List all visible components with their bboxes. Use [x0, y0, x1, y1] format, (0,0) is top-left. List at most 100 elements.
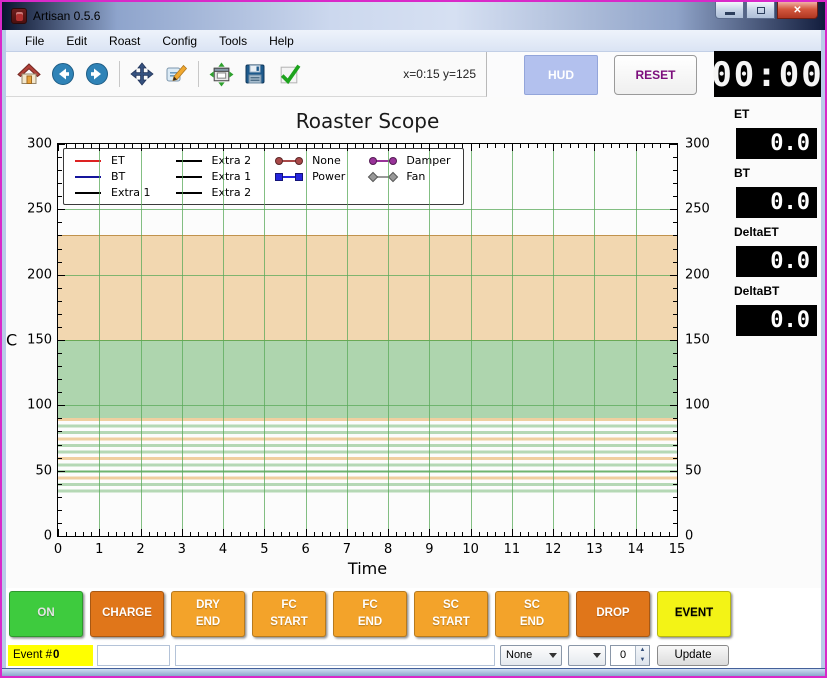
x-tick	[429, 529, 430, 536]
x-tick	[454, 144, 455, 148]
legend-column: Damper Fan	[369, 154, 450, 199]
event-number-label: Event #0	[8, 645, 93, 666]
pan-icon[interactable]	[129, 61, 155, 87]
minimize-button[interactable]	[715, 2, 744, 19]
x-tick	[421, 144, 422, 148]
gridline	[58, 275, 677, 276]
x-tick	[322, 532, 323, 536]
edit-icon[interactable]	[163, 61, 189, 87]
x-tick	[619, 532, 620, 536]
x-tick	[141, 529, 142, 536]
x-tick	[619, 144, 620, 148]
menu-item-tools[interactable]: Tools	[208, 32, 258, 50]
chevron-down-icon	[593, 653, 601, 658]
circle-icon	[389, 157, 397, 165]
menu-item-file[interactable]: File	[14, 32, 55, 50]
save-icon[interactable]	[242, 61, 268, 87]
phase-band	[58, 235, 677, 340]
x-tick	[487, 144, 488, 148]
event-description-field[interactable]	[175, 645, 495, 666]
roast-graph[interactable]: Roaster Scope C ETBTExtra 1Extra 2Extra …	[6, 97, 703, 588]
y-tick	[670, 209, 677, 210]
y-tick	[58, 418, 62, 419]
menu-item-config[interactable]: Config	[151, 32, 208, 50]
x-tick	[190, 532, 191, 536]
y-tick	[673, 157, 677, 158]
event-button-charge[interactable]: CHARGE	[90, 591, 164, 637]
x-tick	[157, 532, 158, 536]
spin-up-icon[interactable]: ▲	[636, 646, 649, 656]
close-button[interactable]: ✕	[777, 2, 818, 19]
event-value-select[interactable]	[568, 645, 606, 666]
x-tick	[545, 144, 546, 148]
x-tick	[223, 144, 224, 151]
menu-item-roast[interactable]: Roast	[98, 32, 151, 50]
legend-item-extra-2: Extra 2	[175, 186, 252, 199]
legend-item-none: None	[275, 154, 345, 167]
back-icon[interactable]	[50, 61, 76, 87]
forward-icon[interactable]	[84, 61, 110, 87]
x-tick-label: 5	[260, 542, 268, 557]
home-icon[interactable]	[16, 61, 42, 87]
square-icon	[275, 173, 283, 181]
menu-item-edit[interactable]: Edit	[55, 32, 98, 50]
event-time-field[interactable]	[97, 645, 170, 666]
y-tick	[58, 340, 65, 341]
x-tick	[165, 144, 166, 148]
plot-area[interactable]: C ETBTExtra 1Extra 2Extra 1Extra 2NonePo…	[57, 143, 678, 537]
x-tick	[91, 144, 92, 148]
toolbar-separator	[198, 61, 199, 87]
event-value-spinner[interactable]: 0 ▲▼	[610, 645, 650, 666]
y-tick	[673, 497, 677, 498]
event-button-on[interactable]: ON	[9, 591, 83, 637]
reset-button[interactable]: RESET	[614, 55, 697, 95]
y-tick	[58, 249, 62, 250]
y-tick-label-right: 300	[685, 137, 719, 152]
hud-button[interactable]: HUD	[524, 55, 598, 95]
event-button-fc-end[interactable]: FC END	[333, 591, 407, 637]
x-tick	[561, 144, 562, 148]
x-tick-label: 2	[136, 542, 144, 557]
event-button-sc-start[interactable]: SC START	[414, 591, 488, 637]
x-tick	[504, 144, 505, 148]
chevron-down-icon	[549, 653, 557, 658]
legend-label: Fan	[406, 170, 425, 183]
check-icon[interactable]	[276, 61, 302, 87]
y-tick-label-right: 100	[685, 398, 719, 413]
event-type-select[interactable]: None	[500, 645, 562, 666]
x-tick	[446, 532, 447, 536]
x-tick	[58, 144, 59, 151]
readout-label-deltabt: DeltaBT	[734, 284, 821, 298]
update-button[interactable]: Update	[657, 645, 729, 666]
spin-down-icon[interactable]: ▼	[636, 655, 649, 665]
x-tick-label: 12	[545, 542, 562, 557]
event-button-dry-end[interactable]: DRY END	[171, 591, 245, 637]
x-tick	[537, 144, 538, 148]
legend-line	[176, 192, 202, 194]
x-tick	[99, 144, 100, 151]
x-tick	[660, 532, 661, 536]
x-tick	[363, 532, 364, 536]
event-button-fc-start[interactable]: FC START	[252, 591, 326, 637]
event-button-sc-end[interactable]: SC END	[495, 591, 569, 637]
x-tick	[306, 144, 307, 151]
x-tick	[429, 144, 430, 151]
legend-item-fan: Fan	[369, 170, 450, 183]
circle-icon	[369, 157, 377, 165]
maximize-button[interactable]	[746, 2, 775, 19]
subplots-icon[interactable]	[208, 61, 234, 87]
legend-item-damper: Damper	[369, 154, 450, 167]
event-label-text: Event #	[13, 649, 52, 661]
x-tick	[462, 144, 463, 148]
y-tick	[673, 366, 677, 367]
y-tick-label-right: 200	[685, 267, 719, 282]
menu-item-help[interactable]: Help	[258, 32, 305, 50]
legend-label: None	[312, 154, 341, 167]
event-button-drop[interactable]: DROP	[576, 591, 650, 637]
y-tick	[673, 353, 677, 354]
legend-label: Extra 1	[111, 186, 151, 199]
x-tick	[495, 144, 496, 148]
x-tick	[256, 532, 257, 536]
event-button-event[interactable]: EVENT	[657, 591, 731, 637]
x-tick	[132, 532, 133, 536]
